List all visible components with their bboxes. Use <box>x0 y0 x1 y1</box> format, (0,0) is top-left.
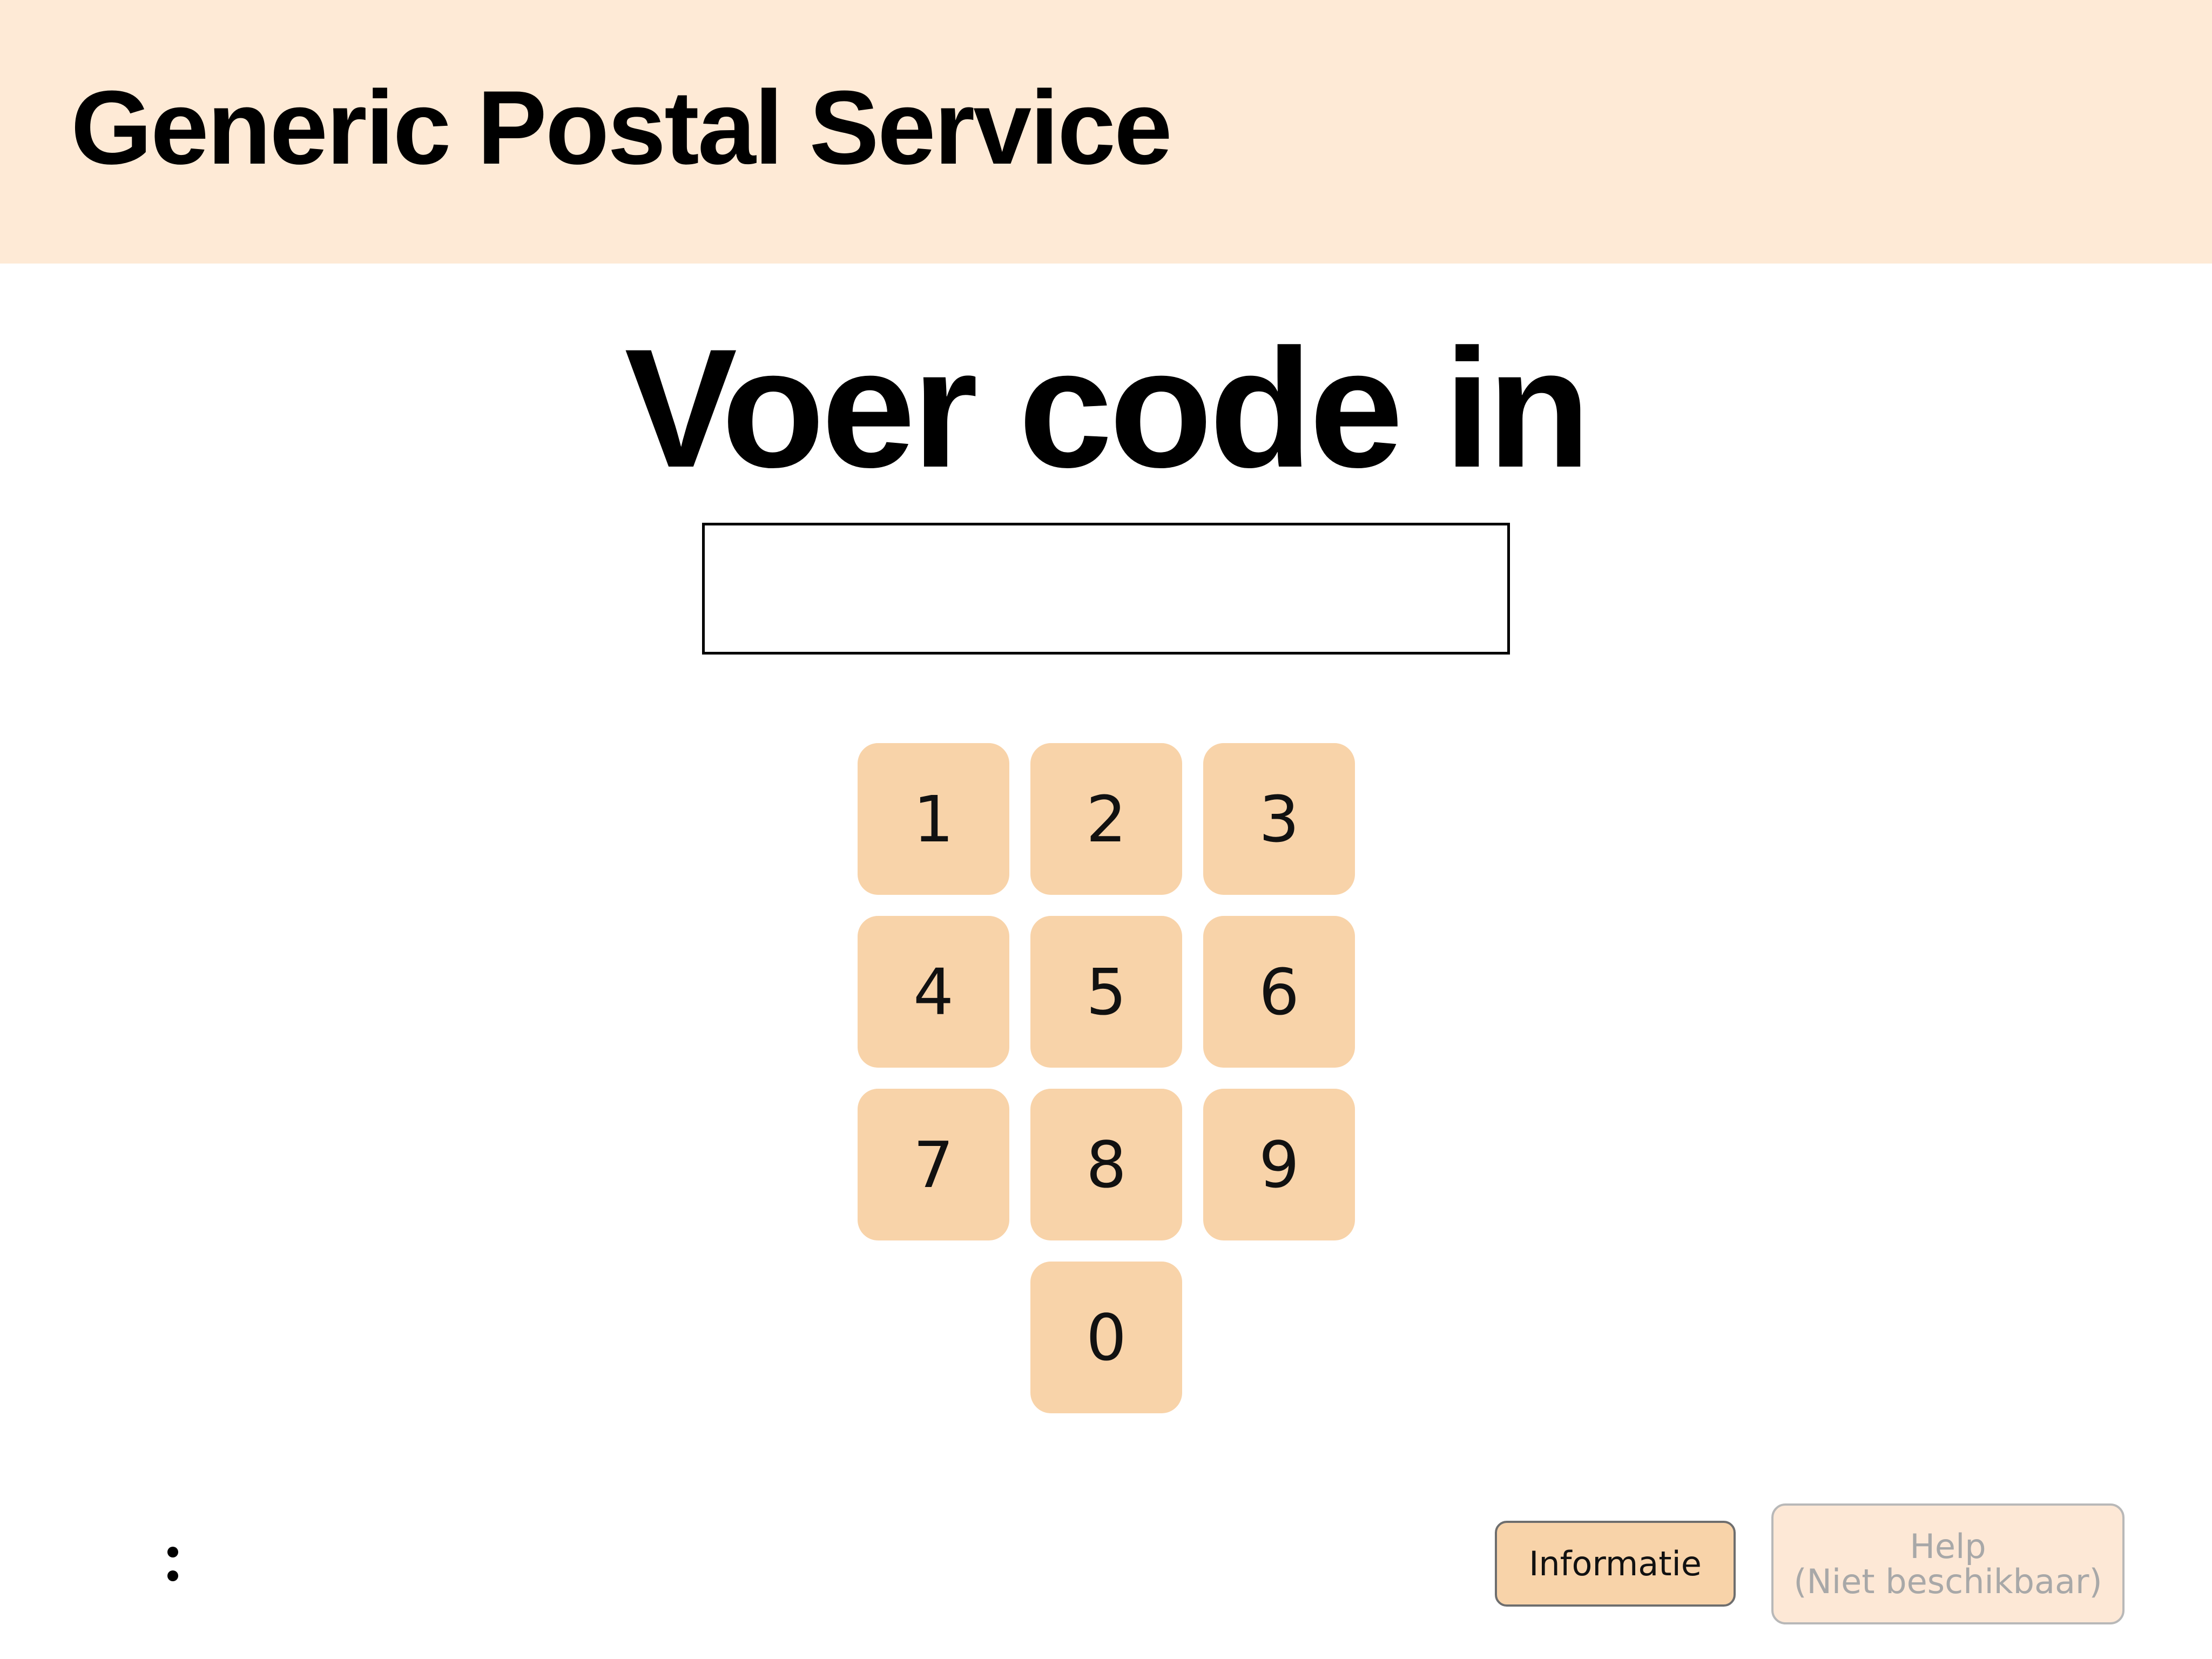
keypad-key-5[interactable]: 5 <box>1030 916 1182 1068</box>
app-title: Generic Postal Service <box>71 69 1172 186</box>
code-input[interactable] <box>702 523 1510 655</box>
keypad-key-8[interactable]: 8 <box>1030 1089 1182 1240</box>
dot <box>167 1570 178 1581</box>
help-button: Help (Niet beschikbaar) <box>1771 1503 2125 1624</box>
app-header: Generic Postal Service <box>0 0 2212 264</box>
keypad-key-4[interactable]: 4 <box>858 916 1009 1068</box>
keypad-key-1[interactable]: 1 <box>858 743 1009 895</box>
keypad-key-0[interactable]: 0 <box>1030 1262 1182 1413</box>
page-title: Voer code in <box>624 314 1590 503</box>
help-button-label: Help <box>1910 1526 1986 1566</box>
help-button-unavailable-note: (Niet beschikbaar) <box>1793 1562 2102 1601</box>
keypad-key-3[interactable]: 3 <box>1203 743 1355 895</box>
dot <box>167 1547 178 1557</box>
keypad-key-6[interactable]: 6 <box>1203 916 1355 1068</box>
keypad-key-9[interactable]: 9 <box>1203 1089 1355 1240</box>
keypad-key-2[interactable]: 2 <box>1030 743 1182 895</box>
keypad-key-7[interactable]: 7 <box>858 1089 1009 1240</box>
vertical-dots-icon[interactable] <box>160 1542 186 1586</box>
info-button[interactable]: Informatie <box>1495 1521 1736 1607</box>
